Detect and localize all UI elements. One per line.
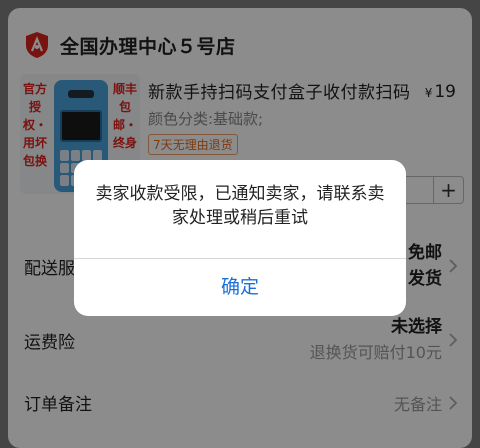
alert-dialog: 卖家收款受限，已通知卖家，请联系卖家处理或稍后重试 确定 <box>74 160 406 316</box>
alert-message: 卖家收款受限，已通知卖家，请联系卖家处理或稍后重试 <box>95 184 385 228</box>
confirm-button[interactable]: 确定 <box>74 259 406 316</box>
